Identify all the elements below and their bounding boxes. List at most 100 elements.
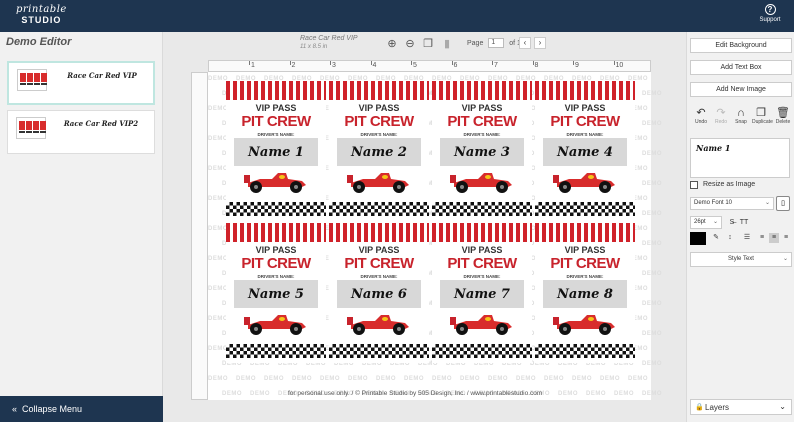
magnet-icon: ∩ — [737, 107, 745, 119]
pit-crew-text: PIT CREW — [447, 255, 517, 272]
font-size-select[interactable]: 26pt ⌄ — [690, 216, 722, 229]
app-logo[interactable]: printable STUDIO — [16, 5, 67, 25]
duplicate-button[interactable]: ❐ Duplicate — [752, 107, 773, 125]
undo-button[interactable]: ↶ Undo — [692, 107, 710, 125]
driver-name-text[interactable]: Name 5 — [226, 287, 326, 302]
driver-name-text[interactable]: Name 8 — [535, 287, 635, 302]
ruler-tick — [532, 61, 534, 65]
right-panel: Edit Background Add Text Box Add New Ima… — [686, 32, 794, 422]
watermark-text: DEMO — [642, 121, 662, 127]
copy-icon[interactable]: ❐ — [422, 38, 434, 50]
watermark-text: DEMO — [642, 361, 662, 367]
watermark-text: DEMO — [642, 241, 662, 247]
pit-crew-text: PIT CREW — [447, 113, 517, 130]
collapse-menu-label: Collapse Menu — [22, 404, 83, 414]
vip-pass-badge[interactable]: VIP PASS PIT CREW DRIVER'S NAME: Name 6 — [329, 223, 429, 363]
watermark-text: DEMO — [642, 91, 662, 97]
resize-as-image-checkbox[interactable] — [690, 181, 698, 189]
left-panel: Demo Editor Race Car Red VIP Race Car Re… — [0, 32, 163, 422]
zoom-out-icon[interactable]: ⊖ — [404, 38, 416, 50]
design-sheet[interactable]: DEMO DEMO DEMO DEMO DEMO DEMO DEMO DEMO DEMO DEMO… — [208, 72, 662, 400]
edit-background-button[interactable]: Edit Background — [690, 38, 792, 53]
design-card-1[interactable]: Race Car Red VIP — [7, 61, 155, 105]
ruler-number: 2 — [291, 62, 296, 69]
style-text-dropdown[interactable]: Style Text ⌄ — [690, 252, 792, 267]
vip-pass-badge[interactable]: VIP PASS PIT CREW DRIVER'S NAME: Name 8 — [535, 223, 635, 363]
trash-icon: 🗑 — [776, 107, 790, 119]
driver-name-text[interactable]: Name 1 — [226, 145, 326, 160]
redo-button[interactable]: ↷ Redo — [712, 107, 730, 125]
driver-name-text[interactable]: Name 6 — [329, 287, 429, 302]
watermark-text: DEMO — [558, 391, 578, 397]
checkered-flag-strip — [535, 202, 635, 216]
vip-pass-badge[interactable]: VIP PASS PIT CREW DRIVER'S NAME: Name 2 — [329, 81, 429, 221]
checkered-flag-strip — [535, 344, 635, 358]
text-editor[interactable]: Name 1 — [690, 138, 790, 178]
layers-panel-toggle[interactable]: 🔒 Layers ⌄ — [690, 399, 792, 415]
ruler-number: 10 — [615, 62, 624, 69]
list-icon[interactable]: ☰ — [742, 233, 752, 243]
watermark-text: DEMO — [600, 376, 620, 382]
watermark-text: DEMO — [642, 301, 662, 307]
driver-name-text[interactable]: Name 2 — [329, 145, 429, 160]
driver-name-text[interactable]: Name 7 — [432, 287, 532, 302]
race-car-image — [551, 169, 619, 195]
strikethrough-icon[interactable]: S̶ — [727, 218, 737, 228]
vip-pass-text: VIP PASS — [461, 245, 503, 255]
driver-name-text[interactable]: Name 3 — [432, 145, 532, 160]
ruler-tick — [289, 61, 291, 65]
style-text-label: Style Text — [728, 256, 754, 262]
eyedropper-icon[interactable]: ✎ — [711, 233, 721, 243]
font-size-value: 26pt — [694, 219, 706, 225]
line-height-icon[interactable]: ↕ — [725, 233, 735, 243]
support-button[interactable]: ? Support — [756, 4, 784, 23]
checkered-flag-strip — [432, 202, 532, 216]
resize-as-image-label: Resize as Image — [703, 181, 756, 188]
next-page-button[interactable]: › — [534, 37, 546, 49]
vip-pass-badge[interactable]: VIP PASS PIT CREW DRIVER'S NAME: Name 3 — [432, 81, 532, 221]
add-new-image-button[interactable]: Add New Image — [690, 82, 792, 97]
watermark-text: DEMO — [208, 226, 228, 232]
snap-button[interactable]: ∩ Snap — [732, 107, 750, 125]
vip-pass-text: VIP PASS — [564, 245, 606, 255]
align-center-icon[interactable]: ≡ — [769, 233, 779, 243]
trash-icon[interactable]: ▮ — [441, 38, 453, 50]
text-color-swatch[interactable] — [690, 232, 706, 245]
prev-page-button[interactable]: ‹ — [519, 37, 531, 49]
vip-pass-badge[interactable]: VIP PASS PIT CREW DRIVER'S NAME: Name 5 — [226, 223, 326, 363]
align-right-icon[interactable]: ≡ — [781, 233, 791, 243]
watermark-text: DEMO — [516, 376, 536, 382]
collapse-menu-button[interactable]: « Collapse Menu — [0, 396, 163, 422]
zoom-in-icon[interactable]: ⊕ — [386, 38, 398, 50]
layers-label: Layers — [705, 403, 730, 412]
watermark-text: DEMO — [572, 376, 592, 382]
driver-name-label: DRIVER'S NAME: — [257, 132, 295, 137]
add-text-box-button[interactable]: Add Text Box — [690, 60, 792, 75]
checkered-flag-strip — [432, 344, 532, 358]
design-card-2[interactable]: Race Car Red VIP2 — [7, 110, 155, 154]
vip-pass-badge[interactable]: VIP PASS PIT CREW DRIVER'S NAME: Name 7 — [432, 223, 532, 363]
checkered-flag-strip — [226, 202, 326, 216]
font-select[interactable]: Demo Font 10 ⌄ — [690, 197, 774, 210]
vip-pass-badge[interactable]: VIP PASS PIT CREW DRIVER'S NAME: Name 4 — [535, 81, 635, 221]
align-left-icon[interactable]: ≡ — [757, 233, 767, 243]
document-title: Race Car Red VIP — [300, 35, 358, 42]
vip-pass-badge[interactable]: VIP PASS PIT CREW DRIVER'S NAME: Name 1 — [226, 81, 326, 221]
logo-line1: printable — [16, 4, 67, 15]
red-stripes — [535, 223, 635, 242]
red-stripes — [535, 81, 635, 100]
watermark-text: DEMO — [642, 151, 662, 157]
checkered-flag-strip — [329, 202, 429, 216]
delete-button[interactable]: 🗑 Delete — [774, 107, 792, 125]
checkered-flag-strip — [329, 344, 429, 358]
design-name: Race Car Red VIP2 — [63, 119, 139, 128]
all-caps-icon[interactable]: TT — [739, 218, 749, 228]
driver-name-label: DRIVER'S NAME: — [360, 274, 398, 279]
page-input[interactable]: 1 — [488, 38, 505, 48]
undo-icon: ↶ — [696, 107, 706, 119]
driver-name-label: DRIVER'S NAME: — [566, 274, 604, 279]
driver-name-text[interactable]: Name 4 — [535, 145, 635, 160]
watermark-text: DEMO — [208, 136, 228, 142]
watermark-text: DEMO — [320, 376, 340, 382]
upload-font-icon[interactable]: ▯ — [776, 196, 790, 211]
